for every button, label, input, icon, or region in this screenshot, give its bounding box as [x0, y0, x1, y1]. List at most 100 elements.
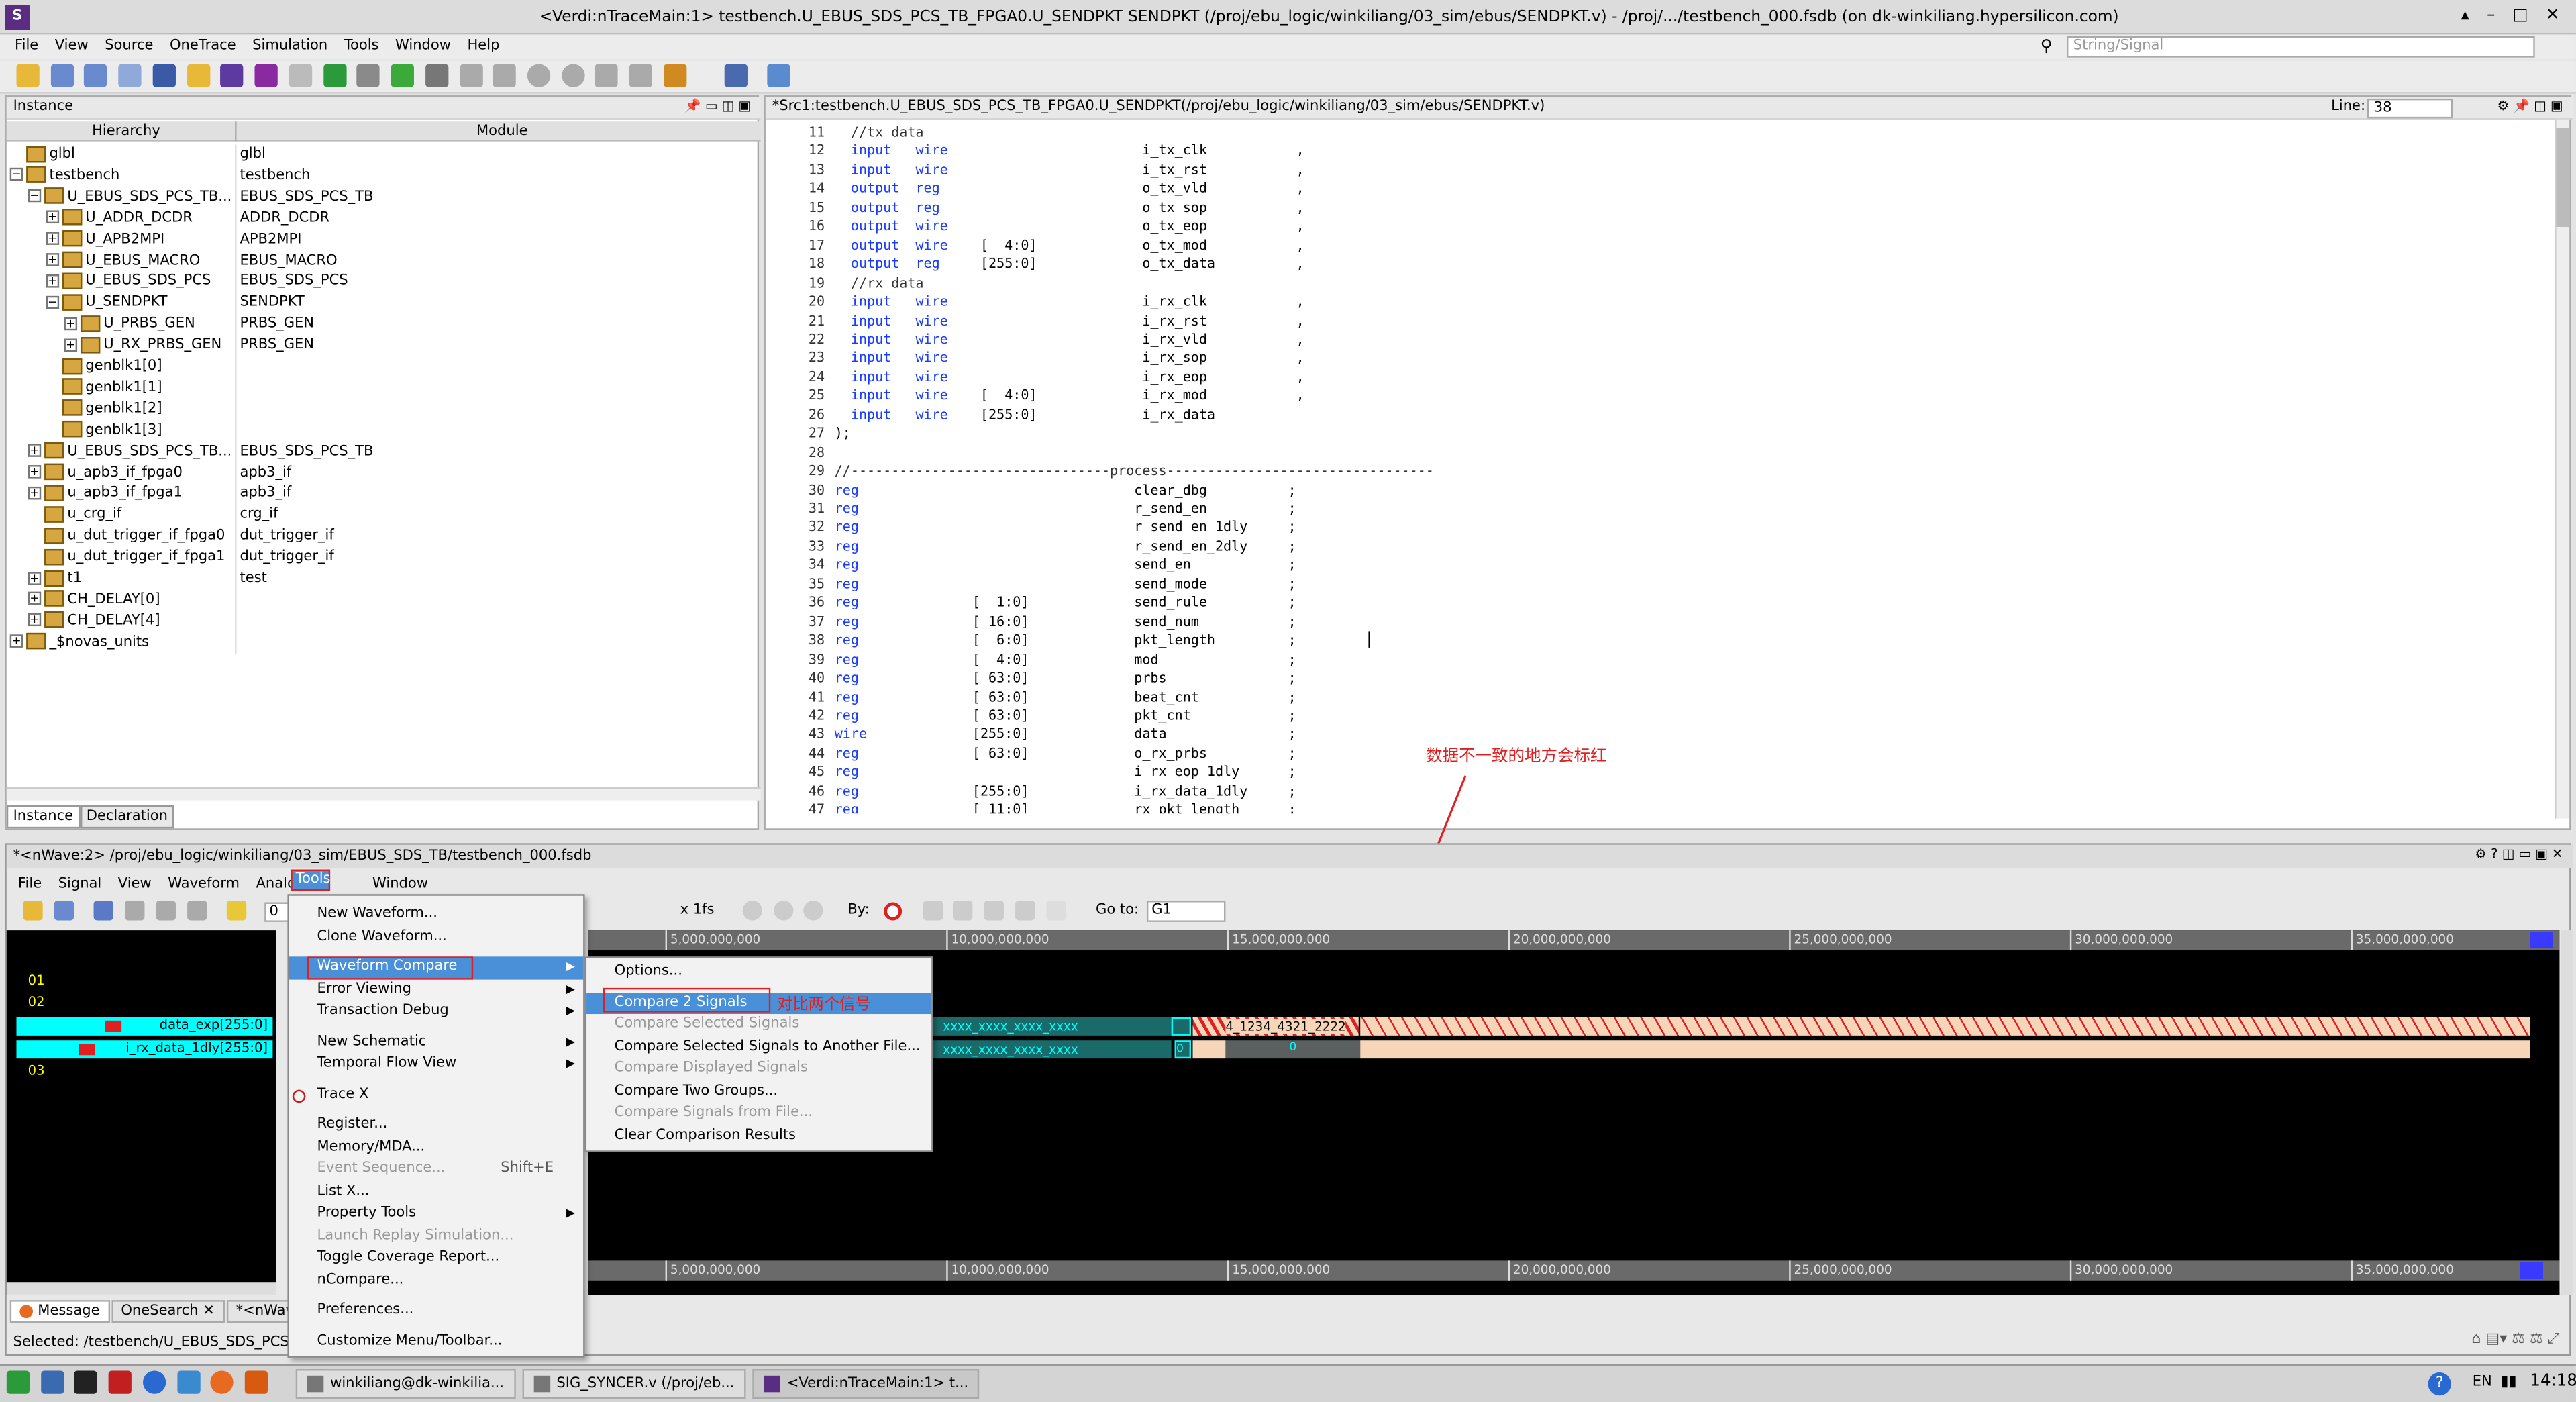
menu-simulation[interactable]: Simulation — [244, 34, 336, 57]
expand-toggle-icon[interactable] — [46, 401, 60, 415]
maximize-button[interactable]: □ — [2513, 7, 2528, 25]
wave-icon[interactable] — [723, 64, 748, 87]
code-line[interactable]: 40 reg [ 63:0] prbs ; — [772, 669, 2514, 688]
taskbar-item[interactable]: <Verdi:nTraceMain:1> t... — [752, 1369, 980, 1399]
menu-onetrace[interactable]: OneTrace — [162, 34, 244, 57]
code-line[interactable]: 11 //tx data — [772, 123, 2514, 142]
menu-item-property-tools[interactable]: Property Tools ▶ — [289, 1203, 583, 1225]
nav1-icon[interactable] — [459, 64, 482, 87]
down-icon[interactable] — [561, 64, 584, 87]
signal-rx-data[interactable]: i_rx_data_1dly[255:0] — [125, 1040, 268, 1055]
signal-pane[interactable]: 01 02 data_exp[255:0] i_rx_data_1dly[255… — [6, 930, 276, 1295]
expand-toggle-icon[interactable]: + — [46, 232, 60, 246]
layout2-icon[interactable] — [629, 64, 653, 87]
paste-icon[interactable] — [187, 901, 207, 921]
expand-toggle-icon[interactable] — [46, 381, 60, 394]
code-line[interactable]: 42 reg [ 63:0] pkt_cnt ; — [772, 707, 2514, 725]
close-tab-icon[interactable]: ✕ — [199, 1303, 215, 1319]
code-line[interactable]: 45 reg i_rx_eop_1dly ; — [772, 763, 2514, 782]
code-line[interactable]: 30 reg clear_dbg ; — [772, 481, 2514, 499]
next-edge-icon[interactable] — [954, 901, 974, 921]
code-line[interactable]: 38 reg [ 6:0] pkt_length ; — [772, 632, 2514, 650]
group-03[interactable]: 03 — [28, 1064, 45, 1079]
folder-icon[interactable] — [187, 64, 210, 87]
col-hierarchy[interactable]: Hierarchy — [92, 123, 160, 140]
expand-toggle-icon[interactable]: + — [28, 613, 42, 627]
schematic-icon[interactable] — [152, 64, 176, 87]
tab-instance[interactable]: Instance — [6, 805, 80, 829]
menu-source[interactable]: Source — [97, 34, 162, 57]
expand-toggle-icon[interactable] — [46, 359, 60, 372]
code-line[interactable]: 37 reg [ 16:0] send_num ; — [772, 613, 2514, 632]
code-line[interactable]: 31 reg r_send_en ; — [772, 499, 2514, 518]
menu-item-compare-selected-signals-to-another-file[interactable]: Compare Selected Signals to Another File… — [586, 1036, 931, 1058]
tree-item[interactable]: + CH_DELAY[4] — [10, 611, 759, 633]
code-line[interactable]: 21 input wire i_rx_rst , — [772, 311, 2514, 330]
lang-indicator[interactable]: EN — [2473, 1374, 2492, 1390]
firefox-icon[interactable] — [211, 1370, 234, 1394]
expand-toggle-icon[interactable]: − — [9, 168, 23, 182]
status-icons[interactable]: ⌂ ▤▾ ⚖ ⚖ ⤢ — [2471, 1332, 2559, 1348]
tree-item[interactable]: + U_APB2MPI APB2MPI — [10, 230, 759, 251]
expand-toggle-icon[interactable]: + — [64, 338, 78, 352]
panel-controls-icon[interactable]: ⚙ 📌 ◫ ▣ — [2497, 99, 2563, 113]
menu-item-clear-comparison-results[interactable]: Clear Comparison Results — [586, 1125, 931, 1147]
menu-file[interactable]: File — [7, 34, 47, 57]
code-line[interactable]: 46 reg [255:0] i_rx_data_1dly ; — [772, 782, 2514, 801]
code-line[interactable]: 15 output reg o_tx_sop , — [772, 199, 2514, 217]
expand-toggle-icon[interactable]: − — [46, 295, 60, 309]
code-line[interactable]: 23 input wire i_rx_sop , — [772, 349, 2514, 368]
cursor-icon[interactable] — [227, 901, 248, 921]
expand-toggle-icon[interactable]: − — [28, 189, 42, 203]
zoom-out-icon[interactable] — [742, 901, 763, 921]
search-input[interactable]: String/Signal — [2066, 36, 2535, 58]
back-icon[interactable] — [391, 64, 415, 87]
code-line[interactable]: 39 reg [ 4:0] mod ; — [772, 650, 2514, 669]
forward-icon[interactable] — [425, 64, 448, 87]
menu-item-list-x[interactable]: List X... — [289, 1181, 583, 1203]
tree-item[interactable]: + _$novas_units — [9, 632, 759, 654]
expand-toggle-icon[interactable]: + — [28, 592, 42, 606]
taskbar-item[interactable]: winkiliang@dk-winkilia... — [295, 1369, 516, 1399]
tree-item[interactable]: u_crg_if crg_if — [10, 505, 759, 527]
tools-menu-label[interactable]: Tools — [296, 871, 331, 887]
menu-item-temporal-flow-view[interactable]: Temporal Flow View ▶ — [289, 1054, 583, 1076]
code-line[interactable]: 36 reg [ 1:0] send_rule ; — [772, 594, 2514, 613]
code-line[interactable]: 12 input wire i_tx_clk , — [772, 142, 2514, 161]
group-01[interactable]: 01 — [28, 973, 45, 988]
tree-item[interactable]: + U_RX_PRBS_GEN PRBS_GEN — [10, 336, 759, 357]
nwave-tab-message[interactable]: Message — [9, 1300, 110, 1323]
menu-item-new-waveform[interactable]: New Waveform... — [289, 904, 583, 926]
tree-item[interactable]: + U_EBUS_SDS_PCS EBUS_SDS_PCS — [10, 272, 759, 293]
code-line[interactable]: 16 output wire o_tx_eop , — [772, 217, 2514, 236]
expand-toggle-icon[interactable]: + — [64, 316, 78, 330]
menu-tools[interactable]: Tools — [336, 34, 387, 57]
menu-view[interactable]: View — [47, 34, 97, 57]
up-icon[interactable] — [527, 64, 551, 87]
nwave-tab-onesearch[interactable]: OneSearch ✕ — [111, 1300, 225, 1323]
terminal-icon[interactable] — [74, 1370, 98, 1394]
expand-toggle-icon[interactable] — [28, 507, 42, 521]
menu-window[interactable]: Window — [387, 34, 459, 57]
p-icon[interactable] — [357, 64, 380, 87]
code-line[interactable]: 34 reg send_en ; — [772, 556, 2514, 575]
signal-data-exp[interactable]: data_exp[255:0] — [160, 1017, 268, 1032]
l-icon[interactable] — [323, 64, 346, 87]
tree-item[interactable]: + u_apb3_if_fpga0 apb3_if — [10, 462, 759, 484]
edit-icon[interactable] — [221, 64, 244, 87]
source-code[interactable]: 11 //tx data 12 input wire i_tx_clk , 13 i… — [772, 123, 2546, 814]
code-line[interactable]: 44 reg [ 63:0] o_rx_prbs ; — [772, 744, 2514, 763]
search-icon[interactable]: ⚲ — [2041, 38, 2053, 56]
tree-item[interactable]: − U_EBUS_SDS_PCS_TB... EBUS_SDS_PCS_TB — [10, 187, 759, 209]
tree-item[interactable]: + U_EBUS_MACRO EBUS_MACRO — [10, 250, 759, 272]
hier2-icon[interactable] — [85, 64, 108, 87]
code-line[interactable]: 22 input wire i_rx_vld , — [772, 330, 2514, 349]
code-line[interactable]: 27); — [772, 424, 2514, 443]
goto-select[interactable]: G1 — [1146, 901, 1226, 922]
reload-icon[interactable] — [54, 901, 74, 921]
tree-item[interactable]: + U_PRBS_GEN PRBS_GEN — [10, 314, 759, 336]
signal-row-rx-data[interactable]: i_rx_data_1dly[255:0] — [16, 1040, 273, 1059]
expand-toggle-icon[interactable] — [28, 550, 42, 563]
menu-item-ncompare[interactable]: nCompare... — [289, 1270, 583, 1292]
cut-icon[interactable] — [125, 901, 145, 921]
